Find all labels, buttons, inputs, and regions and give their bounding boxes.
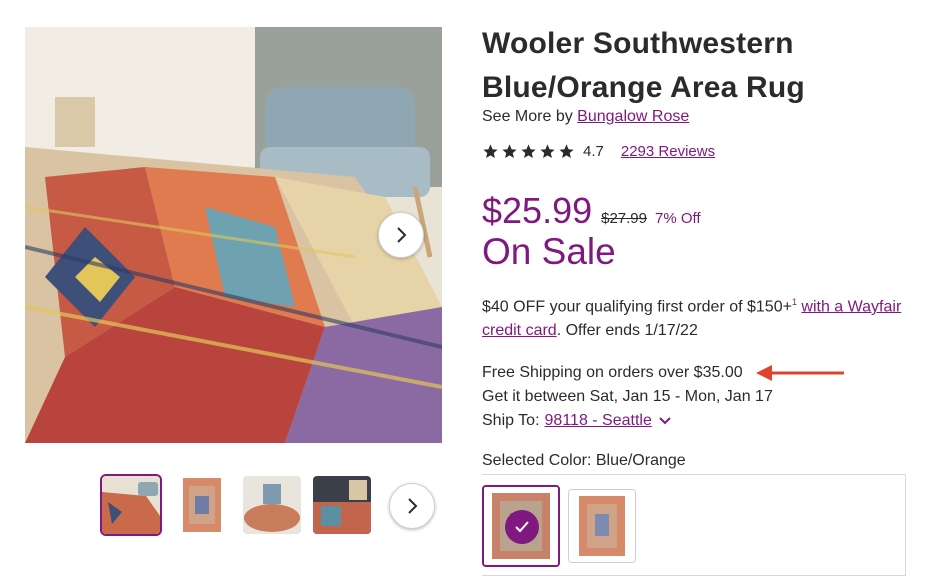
price-row: $25.99 $27.99 7% Off <box>482 190 701 232</box>
rating-value: 4.7 <box>583 143 604 160</box>
offer-footnote: 1 <box>791 297 797 307</box>
rating-row: 4.7 2293 Reviews <box>482 143 715 160</box>
star-icon <box>483 144 498 159</box>
thumbnail-4[interactable] <box>313 476 371 534</box>
swatch-blue-orange[interactable] <box>482 485 560 567</box>
brand-link[interactable]: Bungalow Rose <box>577 108 689 125</box>
product-title: Wooler Southwestern Blue/Orange Area Rug <box>482 27 805 104</box>
reviews-link[interactable]: 2293 Reviews <box>621 143 715 160</box>
discount-label: 7% Off <box>655 210 701 227</box>
image-next-button[interactable] <box>378 212 424 258</box>
check-icon <box>505 510 539 544</box>
offer-text: $40 OFF your qualifying first order of $… <box>482 298 792 316</box>
chevron-right-icon <box>397 227 407 243</box>
star-icon <box>559 144 574 159</box>
ship-to-location-link[interactable]: 98118 - Seattle <box>545 412 652 430</box>
see-more-by: See More by Bungalow Rose <box>482 108 689 126</box>
ship-to-label: Ship To: <box>482 412 540 429</box>
arrow-left-icon <box>756 365 844 381</box>
chevron-right-icon <box>408 498 418 514</box>
sale-price: $25.99 <box>482 190 593 231</box>
ship-to-row: Ship To: 98118 - Seattle <box>482 412 672 430</box>
star-icon <box>540 144 555 159</box>
chevron-down-icon[interactable] <box>658 416 672 426</box>
star-icon <box>502 144 517 159</box>
on-sale-label: On Sale <box>482 231 616 272</box>
thumbnails-next-button[interactable] <box>389 483 435 529</box>
offer-suffix: . Offer ends 1/17/22 <box>556 322 698 340</box>
original-price: $27.99 <box>601 210 647 227</box>
free-shipping-text: Free Shipping on orders over $35.00 <box>482 364 743 381</box>
credit-card-offer: $40 OFF your qualifying first order of $… <box>482 290 902 343</box>
thumbnail-3[interactable] <box>243 476 301 534</box>
see-more-prefix: See More by <box>482 108 573 125</box>
star-icon <box>521 144 536 159</box>
delivery-estimate: Get it between Sat, Jan 15 - Mon, Jan 17 <box>482 388 773 405</box>
color-swatches <box>482 474 906 576</box>
thumbnail-2[interactable] <box>173 476 231 534</box>
swatch-alternate[interactable] <box>568 489 636 563</box>
product-image-gallery <box>25 27 442 443</box>
selected-color-label: Selected Color: Blue/Orange <box>482 452 686 469</box>
thumbnail-1[interactable] <box>102 476 160 534</box>
star-rating <box>482 143 575 160</box>
